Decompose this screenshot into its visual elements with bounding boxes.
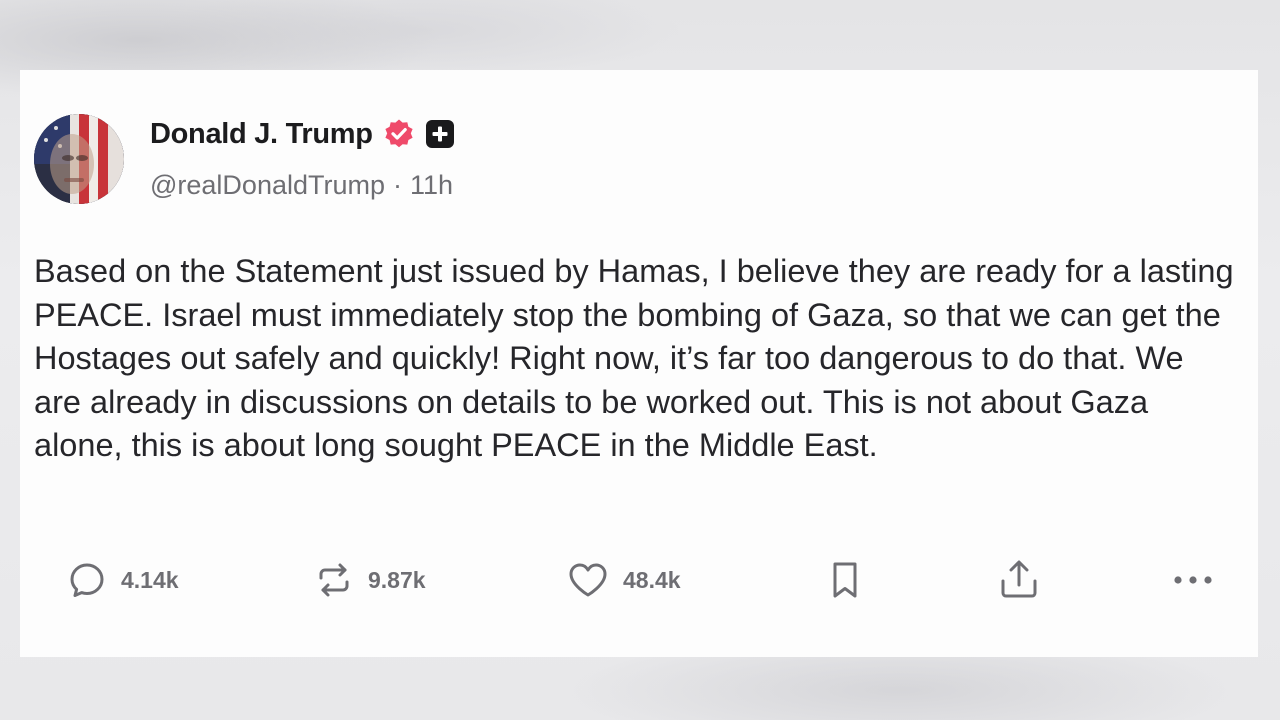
heart-icon	[565, 558, 611, 602]
profile-avatar[interactable]	[34, 114, 124, 204]
author-handle-row: @realDonaldTrump · 11h	[150, 170, 453, 201]
comment-icon	[65, 558, 109, 602]
bookmark-button[interactable]	[823, 555, 867, 605]
author-display-name[interactable]: Donald J. Trump	[150, 118, 373, 151]
reply-count: 4.14k	[121, 566, 179, 593]
post-action-bar: 4.14k 9.87k 48.4k	[20, 555, 1258, 605]
post-body-text: Based on the Statement just issued by Ha…	[34, 253, 1234, 464]
bookmark-icon	[823, 558, 867, 602]
more-icon	[1170, 570, 1216, 590]
like-count: 48.4k	[623, 566, 681, 593]
plus-badge-icon	[425, 119, 455, 149]
post-card: Donald J. Trump @realDonaldTrump · 11h B…	[20, 70, 1258, 657]
reply-button[interactable]: 4.14k	[65, 555, 179, 605]
repost-button[interactable]: 9.87k	[312, 555, 426, 605]
post-timestamp[interactable]: 11h	[410, 170, 453, 201]
repost-count: 9.87k	[368, 566, 426, 593]
separator-dot: ·	[393, 170, 402, 200]
author-name-row: Donald J. Trump	[150, 114, 455, 154]
share-icon	[996, 557, 1042, 603]
like-button[interactable]: 48.4k	[565, 555, 681, 605]
verified-check-icon	[383, 118, 415, 150]
author-handle[interactable]: @realDonaldTrump	[150, 170, 385, 201]
avatar-image	[34, 114, 124, 204]
more-options-button[interactable]	[1170, 555, 1216, 605]
repost-icon	[312, 558, 356, 602]
share-button[interactable]	[996, 555, 1042, 605]
